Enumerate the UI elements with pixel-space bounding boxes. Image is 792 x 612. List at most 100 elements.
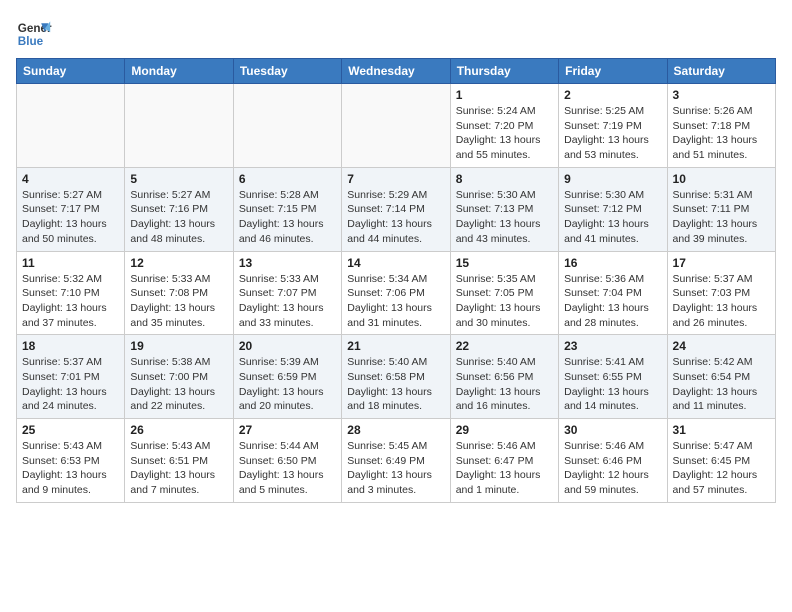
- logo: General Blue: [16, 16, 56, 52]
- day-info: Sunrise: 5:27 AMSunset: 7:16 PMDaylight:…: [130, 188, 227, 247]
- calendar-cell: 9 Sunrise: 5:30 AMSunset: 7:12 PMDaylight…: [559, 167, 667, 251]
- calendar-cell: 10 Sunrise: 5:31 AMSunset: 7:11 PMDayligh…: [667, 167, 775, 251]
- day-number: 8: [456, 172, 553, 186]
- calendar-cell: 12Sunrise: 5:33 AMSunset: 7:08 PMDayligh…: [125, 251, 233, 335]
- day-info: Sunrise: 5:47 AMSunset: 6:45 PMDaylight:…: [673, 439, 770, 498]
- day-number: 18: [22, 339, 119, 353]
- calendar-cell: 20 Sunrise: 5:39 AMSunset: 6:59 PMDayligh…: [233, 335, 341, 419]
- day-number: 24: [673, 339, 770, 353]
- week-row-3: 11 Sunrise: 5:32 AMSunset: 7:10 PMDayligh…: [17, 251, 776, 335]
- week-row-1: 1 Sunrise: 5:24 AMSunset: 7:20 PMDaylight…: [17, 84, 776, 168]
- week-row-2: 4 Sunrise: 5:27 AMSunset: 7:17 PMDaylight…: [17, 167, 776, 251]
- day-info: Sunrise: 5:33 AMSunset: 7:07 PMDaylight:…: [239, 272, 336, 331]
- day-number: 12: [130, 256, 227, 270]
- calendar-cell: 4 Sunrise: 5:27 AMSunset: 7:17 PMDaylight…: [17, 167, 125, 251]
- day-number: 15: [456, 256, 553, 270]
- day-info: Sunrise: 5:28 AMSunset: 7:15 PMDaylight:…: [239, 188, 336, 247]
- day-number: 7: [347, 172, 444, 186]
- calendar-cell: 26 Sunrise: 5:43 AMSunset: 6:51 PMDayligh…: [125, 419, 233, 503]
- day-info: Sunrise: 5:38 AMSunset: 7:00 PMDaylight:…: [130, 355, 227, 414]
- day-info: Sunrise: 5:44 AMSunset: 6:50 PMDaylight:…: [239, 439, 336, 498]
- calendar-cell: [233, 84, 341, 168]
- day-info: Sunrise: 5:40 AMSunset: 6:58 PMDaylight:…: [347, 355, 444, 414]
- calendar-cell: 31Sunrise: 5:47 AMSunset: 6:45 PMDayligh…: [667, 419, 775, 503]
- calendar-cell: 16Sunrise: 5:36 AMSunset: 7:04 PMDayligh…: [559, 251, 667, 335]
- day-info: Sunrise: 5:30 AMSunset: 7:12 PMDaylight:…: [564, 188, 661, 247]
- day-info: Sunrise: 5:24 AMSunset: 7:20 PMDaylight:…: [456, 104, 553, 163]
- day-number: 23: [564, 339, 661, 353]
- calendar-cell: 21 Sunrise: 5:40 AMSunset: 6:58 PMDayligh…: [342, 335, 450, 419]
- day-number: 3: [673, 88, 770, 102]
- col-header-sunday: Sunday: [17, 59, 125, 84]
- col-header-monday: Monday: [125, 59, 233, 84]
- calendar-cell: 18 Sunrise: 5:37 AMSunset: 7:01 PMDayligh…: [17, 335, 125, 419]
- day-info: Sunrise: 5:29 AMSunset: 7:14 PMDaylight:…: [347, 188, 444, 247]
- calendar-cell: 1 Sunrise: 5:24 AMSunset: 7:20 PMDaylight…: [450, 84, 558, 168]
- day-info: Sunrise: 5:46 AMSunset: 6:46 PMDaylight:…: [564, 439, 661, 498]
- day-info: Sunrise: 5:36 AMSunset: 7:04 PMDaylight:…: [564, 272, 661, 331]
- day-number: 5: [130, 172, 227, 186]
- day-number: 4: [22, 172, 119, 186]
- day-number: 27: [239, 423, 336, 437]
- day-info: Sunrise: 5:41 AMSunset: 6:55 PMDaylight:…: [564, 355, 661, 414]
- day-number: 1: [456, 88, 553, 102]
- day-number: 10: [673, 172, 770, 186]
- day-number: 11: [22, 256, 119, 270]
- calendar-cell: 24 Sunrise: 5:42 AMSunset: 6:54 PMDayligh…: [667, 335, 775, 419]
- day-number: 6: [239, 172, 336, 186]
- day-info: Sunrise: 5:26 AMSunset: 7:18 PMDaylight:…: [673, 104, 770, 163]
- day-number: 26: [130, 423, 227, 437]
- header-row: SundayMondayTuesdayWednesdayThursdayFrid…: [17, 59, 776, 84]
- logo-icon: General Blue: [16, 16, 52, 52]
- calendar-cell: 3 Sunrise: 5:26 AMSunset: 7:18 PMDaylight…: [667, 84, 775, 168]
- day-number: 13: [239, 256, 336, 270]
- calendar-cell: 29 Sunrise: 5:46 AMSunset: 6:47 PMDayligh…: [450, 419, 558, 503]
- calendar-cell: 30 Sunrise: 5:46 AMSunset: 6:46 PMDayligh…: [559, 419, 667, 503]
- col-header-thursday: Thursday: [450, 59, 558, 84]
- day-info: Sunrise: 5:43 AMSunset: 6:53 PMDaylight:…: [22, 439, 119, 498]
- calendar-cell: 25Sunrise: 5:43 AMSunset: 6:53 PMDayligh…: [17, 419, 125, 503]
- day-info: Sunrise: 5:35 AMSunset: 7:05 PMDaylight:…: [456, 272, 553, 331]
- calendar-cell: 2 Sunrise: 5:25 AMSunset: 7:19 PMDaylight…: [559, 84, 667, 168]
- day-info: Sunrise: 5:31 AMSunset: 7:11 PMDaylight:…: [673, 188, 770, 247]
- calendar-cell: [342, 84, 450, 168]
- calendar-cell: 23 Sunrise: 5:41 AMSunset: 6:55 PMDayligh…: [559, 335, 667, 419]
- week-row-5: 25Sunrise: 5:43 AMSunset: 6:53 PMDayligh…: [17, 419, 776, 503]
- day-info: Sunrise: 5:37 AMSunset: 7:03 PMDaylight:…: [673, 272, 770, 331]
- calendar-cell: 15 Sunrise: 5:35 AMSunset: 7:05 PMDayligh…: [450, 251, 558, 335]
- day-info: Sunrise: 5:27 AMSunset: 7:17 PMDaylight:…: [22, 188, 119, 247]
- day-info: Sunrise: 5:40 AMSunset: 6:56 PMDaylight:…: [456, 355, 553, 414]
- day-number: 9: [564, 172, 661, 186]
- col-header-saturday: Saturday: [667, 59, 775, 84]
- col-header-wednesday: Wednesday: [342, 59, 450, 84]
- col-header-friday: Friday: [559, 59, 667, 84]
- day-info: Sunrise: 5:32 AMSunset: 7:10 PMDaylight:…: [22, 272, 119, 331]
- day-info: Sunrise: 5:43 AMSunset: 6:51 PMDaylight:…: [130, 439, 227, 498]
- week-row-4: 18 Sunrise: 5:37 AMSunset: 7:01 PMDayligh…: [17, 335, 776, 419]
- calendar-cell: 27 Sunrise: 5:44 AMSunset: 6:50 PMDayligh…: [233, 419, 341, 503]
- col-header-tuesday: Tuesday: [233, 59, 341, 84]
- day-info: Sunrise: 5:39 AMSunset: 6:59 PMDaylight:…: [239, 355, 336, 414]
- day-number: 2: [564, 88, 661, 102]
- day-info: Sunrise: 5:37 AMSunset: 7:01 PMDaylight:…: [22, 355, 119, 414]
- calendar-cell: 19 Sunrise: 5:38 AMSunset: 7:00 PMDayligh…: [125, 335, 233, 419]
- day-number: 30: [564, 423, 661, 437]
- header: General Blue: [16, 16, 776, 52]
- day-number: 22: [456, 339, 553, 353]
- calendar-cell: 11 Sunrise: 5:32 AMSunset: 7:10 PMDayligh…: [17, 251, 125, 335]
- day-number: 21: [347, 339, 444, 353]
- day-number: 20: [239, 339, 336, 353]
- calendar: SundayMondayTuesdayWednesdayThursdayFrid…: [16, 58, 776, 503]
- calendar-cell: 14Sunrise: 5:34 AMSunset: 7:06 PMDayligh…: [342, 251, 450, 335]
- calendar-cell: 5 Sunrise: 5:27 AMSunset: 7:16 PMDaylight…: [125, 167, 233, 251]
- day-info: Sunrise: 5:42 AMSunset: 6:54 PMDaylight:…: [673, 355, 770, 414]
- day-info: Sunrise: 5:46 AMSunset: 6:47 PMDaylight:…: [456, 439, 553, 498]
- calendar-cell: 17Sunrise: 5:37 AMSunset: 7:03 PMDayligh…: [667, 251, 775, 335]
- calendar-cell: 6 Sunrise: 5:28 AMSunset: 7:15 PMDaylight…: [233, 167, 341, 251]
- day-number: 29: [456, 423, 553, 437]
- day-number: 19: [130, 339, 227, 353]
- svg-text:Blue: Blue: [18, 35, 44, 48]
- day-info: Sunrise: 5:25 AMSunset: 7:19 PMDaylight:…: [564, 104, 661, 163]
- day-info: Sunrise: 5:34 AMSunset: 7:06 PMDaylight:…: [347, 272, 444, 331]
- calendar-cell: [125, 84, 233, 168]
